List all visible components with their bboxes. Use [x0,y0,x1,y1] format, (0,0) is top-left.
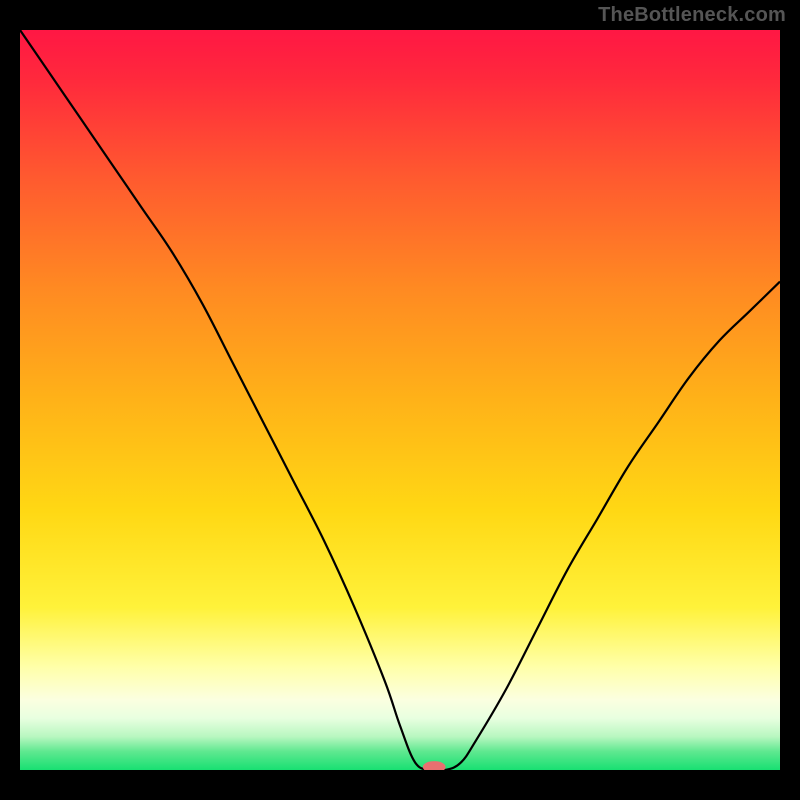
plot-area [20,30,780,770]
chart-stage: TheBottleneck.com [0,0,800,800]
gradient-background [20,30,780,770]
chart-svg [20,30,780,770]
watermark-text: TheBottleneck.com [598,4,786,27]
